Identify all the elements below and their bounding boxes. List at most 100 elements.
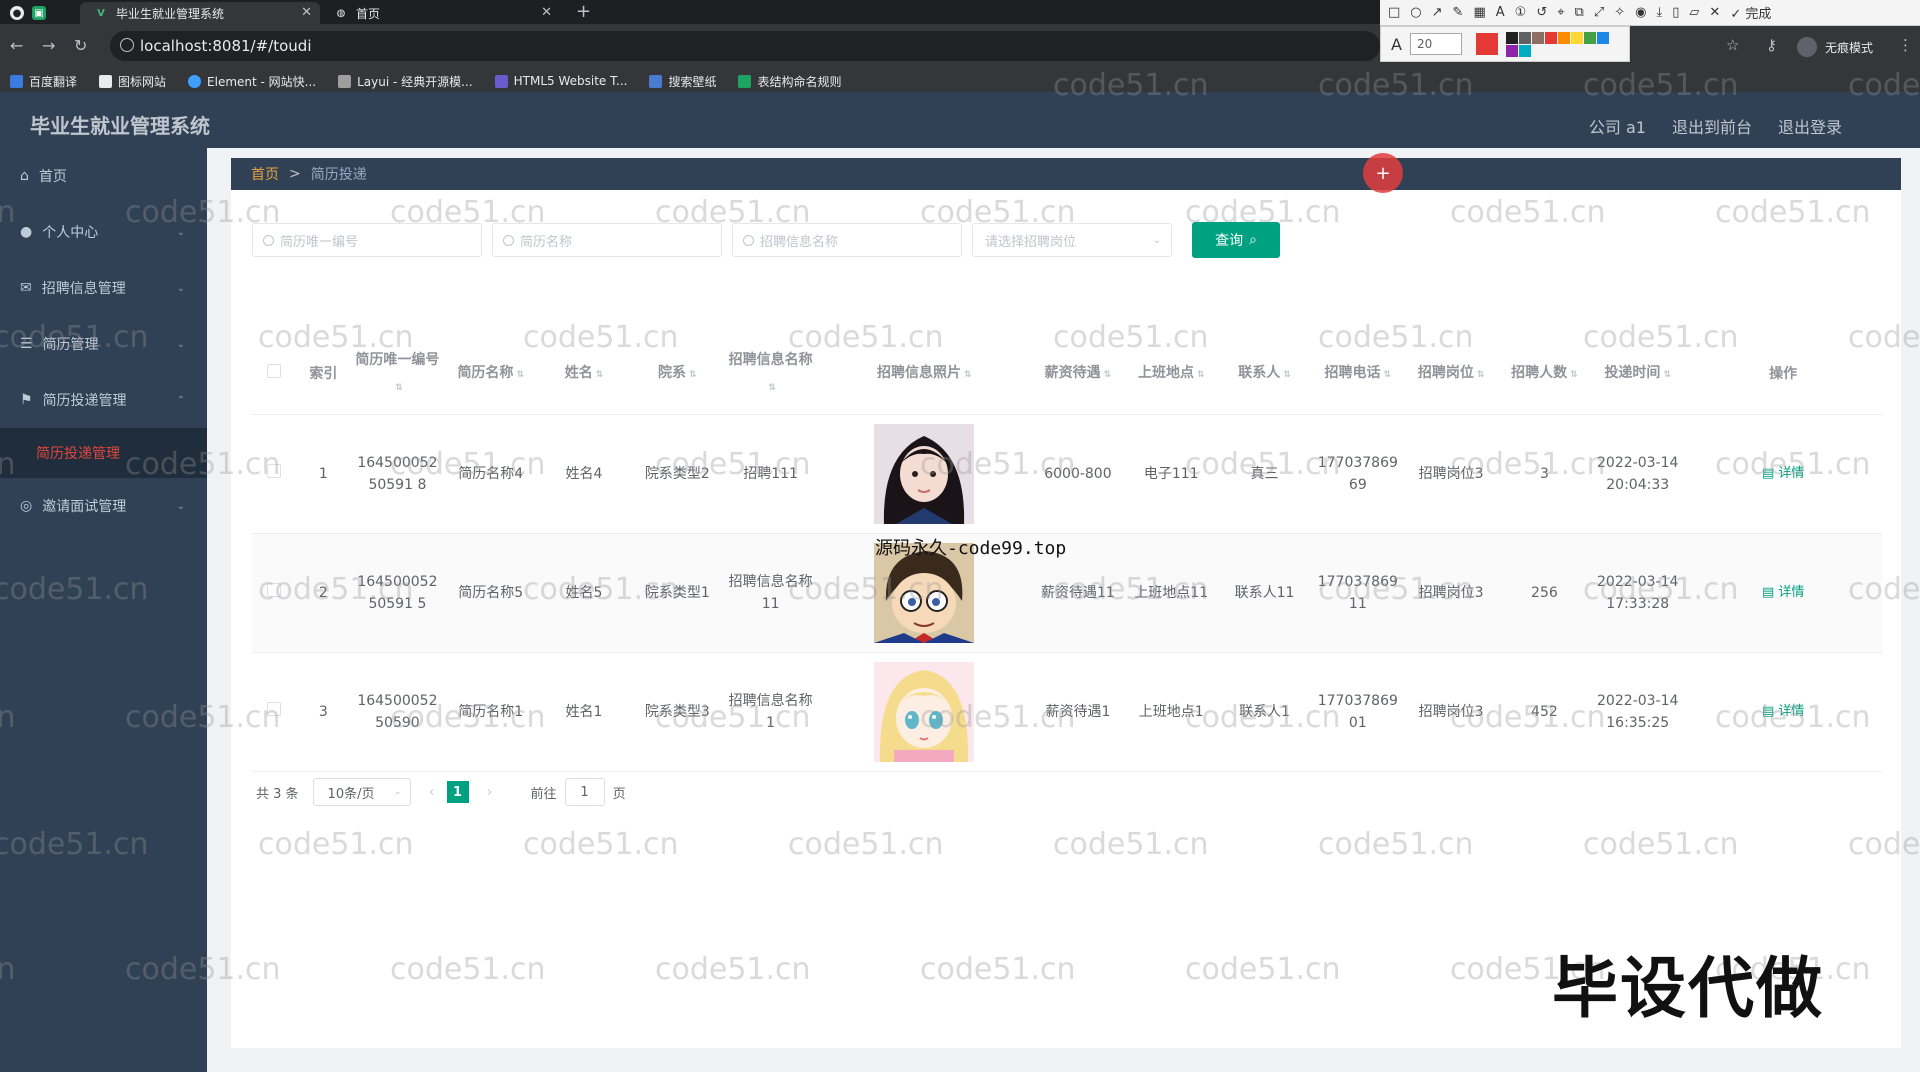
bookmark-item[interactable]: HTML5 Website T... bbox=[494, 74, 627, 88]
record-icon[interactable]: ◉ bbox=[1635, 5, 1646, 20]
reload-icon[interactable]: ↻ bbox=[74, 36, 87, 55]
col-header[interactable]: 招聘电话 ⇅ bbox=[1311, 334, 1405, 415]
col-header[interactable]: 简历唯一编号⇅ bbox=[350, 334, 445, 415]
prev-page-button[interactable]: ‹ bbox=[421, 781, 443, 803]
font-size-select[interactable]: 20 bbox=[1409, 33, 1462, 55]
bookmark-item[interactable]: 图标网站 bbox=[99, 73, 166, 90]
info-icon[interactable] bbox=[120, 38, 134, 52]
color-swatch[interactable] bbox=[1557, 31, 1570, 44]
cancel-icon[interactable]: ✕ bbox=[1709, 5, 1720, 20]
url-bar[interactable]: localhost:8081/#/toudi bbox=[110, 31, 1380, 61]
pin-icon[interactable]: ⌖ bbox=[1557, 5, 1564, 20]
current-color-swatch[interactable] bbox=[1475, 33, 1498, 55]
post-select[interactable]: 请选择招聘岗位 ⌄ bbox=[972, 223, 1172, 257]
phone-icon[interactable]: ▯ bbox=[1672, 5, 1679, 20]
bookmark-item[interactable]: Layui - 经典开源模... bbox=[338, 73, 473, 90]
incognito-indicator[interactable]: 无痕模式 bbox=[1797, 37, 1873, 57]
number-tool-icon[interactable]: ① bbox=[1515, 5, 1527, 20]
arrow-tool-icon[interactable]: ↗ bbox=[1432, 5, 1443, 20]
exit-to-front-link[interactable]: 退出到前台 bbox=[1672, 114, 1752, 138]
sidebar-item-recruit[interactable]: ✉ 招聘信息管理 ⌄ bbox=[0, 260, 207, 316]
row-checkbox[interactable] bbox=[252, 652, 296, 772]
copy-icon[interactable]: ⧉ bbox=[1575, 5, 1584, 20]
mosaic-tool-icon[interactable]: ▦ bbox=[1473, 5, 1485, 20]
sidebar-subitem-delivery-manage[interactable]: 简历投递管理 bbox=[0, 428, 207, 478]
pen-tool-icon[interactable]: ✎ bbox=[1453, 5, 1464, 20]
color-swatch[interactable] bbox=[1583, 31, 1596, 44]
bookmark-tool-icon[interactable]: ▱ bbox=[1689, 5, 1699, 20]
cell-dept: 院系类型1 bbox=[630, 533, 724, 653]
ocr-icon[interactable]: ⤢ bbox=[1594, 5, 1604, 20]
color-swatch[interactable] bbox=[1544, 31, 1557, 44]
col-header[interactable]: 薪资待遇 ⇅ bbox=[1031, 334, 1125, 415]
select-all-checkbox[interactable] bbox=[252, 334, 296, 415]
sidebar-item-resume[interactable]: ☰ 简历管理 ⌄ bbox=[0, 316, 207, 372]
done-button[interactable]: ✓ 完成 bbox=[1730, 3, 1771, 22]
browser-pinned-icons[interactable]: ● ▣ bbox=[10, 2, 70, 24]
cell-dept: 院系类型2 bbox=[630, 414, 724, 534]
new-tab-button[interactable]: + bbox=[576, 1, 591, 22]
row-checkbox[interactable] bbox=[252, 414, 296, 534]
sidebar-item-profile[interactable]: ● 个人中心 ⌄ bbox=[0, 204, 207, 260]
col-header[interactable]: 投递时间 ⇅ bbox=[1591, 334, 1685, 415]
bookmark-item[interactable]: 表结构命名规则 bbox=[738, 73, 841, 90]
color-palette[interactable] bbox=[1505, 31, 1609, 57]
breadcrumb-current: 简历投递 bbox=[310, 167, 367, 183]
col-header[interactable]: 招聘信息名称⇅ bbox=[723, 334, 818, 415]
col-header[interactable]: 联系人 ⇅ bbox=[1217, 334, 1312, 415]
menu-icon[interactable]: ⋮ bbox=[1898, 36, 1913, 54]
color-swatch[interactable] bbox=[1570, 31, 1583, 44]
sidebar-item-home[interactable]: ⌂ 首页 bbox=[0, 148, 207, 204]
close-tab-icon[interactable]: ✕ bbox=[301, 5, 312, 20]
breadcrumb-home[interactable]: 首页 bbox=[251, 164, 279, 184]
search-resume-input[interactable]: 简历名称 bbox=[492, 223, 722, 257]
color-swatch[interactable] bbox=[1518, 44, 1531, 57]
bookmark-item[interactable]: 搜索壁纸 bbox=[649, 73, 716, 90]
company-user-link[interactable]: 公司 a1 bbox=[1589, 114, 1646, 138]
circle-tool-icon[interactable]: ○ bbox=[1410, 5, 1421, 20]
color-swatch[interactable] bbox=[1596, 31, 1609, 44]
logout-link[interactable]: 退出登录 bbox=[1778, 114, 1842, 138]
query-button[interactable]: 查询 ⌕ bbox=[1192, 222, 1280, 258]
page-jump-input[interactable]: 1 bbox=[564, 778, 605, 806]
back-icon[interactable]: ← bbox=[10, 36, 23, 55]
download-icon[interactable]: ⤓ bbox=[1657, 5, 1663, 20]
tab-home[interactable]: ◍ 首页 ✕ bbox=[330, 2, 560, 24]
color-swatch[interactable] bbox=[1531, 31, 1544, 44]
key-icon[interactable]: ⚷ bbox=[1766, 36, 1777, 54]
forward-icon[interactable]: → bbox=[42, 36, 55, 55]
page-size-select[interactable]: 10条/页 ⌄ bbox=[312, 778, 411, 806]
detail-button[interactable]: ▤ 详情 bbox=[1762, 704, 1804, 719]
bookmark-item[interactable]: 百度翻译 bbox=[10, 73, 77, 90]
sort-icon: ⇅ bbox=[395, 382, 403, 393]
undo-icon[interactable]: ↺ bbox=[1536, 5, 1547, 20]
close-tab-icon[interactable]: ✕ bbox=[541, 5, 552, 20]
row-checkbox[interactable] bbox=[252, 533, 296, 653]
chevron-down-icon: ⌄ bbox=[176, 226, 185, 238]
star-icon[interactable]: ☆ bbox=[1726, 36, 1739, 54]
col-header[interactable]: 简历名称 ⇅ bbox=[444, 334, 538, 415]
tab-app[interactable]: V 毕业生就业管理系统 ✕ bbox=[80, 2, 320, 24]
rect-tool-icon[interactable]: □ bbox=[1388, 5, 1400, 20]
detail-button[interactable]: ▤ 详情 bbox=[1762, 466, 1804, 481]
col-header[interactable]: 招聘信息照片 ⇅ bbox=[817, 334, 1032, 415]
page-number-current[interactable]: 1 bbox=[446, 781, 469, 803]
bookmark-item[interactable]: Element - 网站快... bbox=[188, 73, 316, 90]
detail-button[interactable]: ▤ 详情 bbox=[1762, 585, 1804, 600]
next-page-button[interactable]: › bbox=[479, 781, 501, 803]
sort-icon: ⇅ bbox=[595, 369, 604, 380]
search-code-input[interactable]: 简历唯一编号 bbox=[252, 223, 482, 257]
color-swatch[interactable] bbox=[1518, 31, 1531, 44]
sidebar-item-delivery[interactable]: ⚑ 简历投递管理 ⌃ bbox=[0, 372, 207, 428]
color-swatch[interactable] bbox=[1505, 44, 1518, 57]
col-header[interactable]: 姓名 ⇅ bbox=[537, 334, 631, 415]
translate-tool-icon[interactable]: ✧ bbox=[1614, 5, 1625, 20]
col-header[interactable]: 上班地点 ⇅ bbox=[1124, 334, 1218, 415]
col-header[interactable]: 院系 ⇅ bbox=[630, 334, 724, 415]
color-swatch[interactable] bbox=[1505, 31, 1518, 44]
col-header[interactable]: 招聘岗位 ⇅ bbox=[1404, 334, 1498, 415]
search-job-input[interactable]: 招聘信息名称 bbox=[732, 223, 962, 257]
text-tool-icon[interactable]: A bbox=[1496, 5, 1505, 20]
col-header[interactable]: 招聘人数 ⇅ bbox=[1497, 334, 1592, 415]
sidebar-item-interview[interactable]: ◎ 邀请面试管理 ⌄ bbox=[0, 478, 207, 534]
